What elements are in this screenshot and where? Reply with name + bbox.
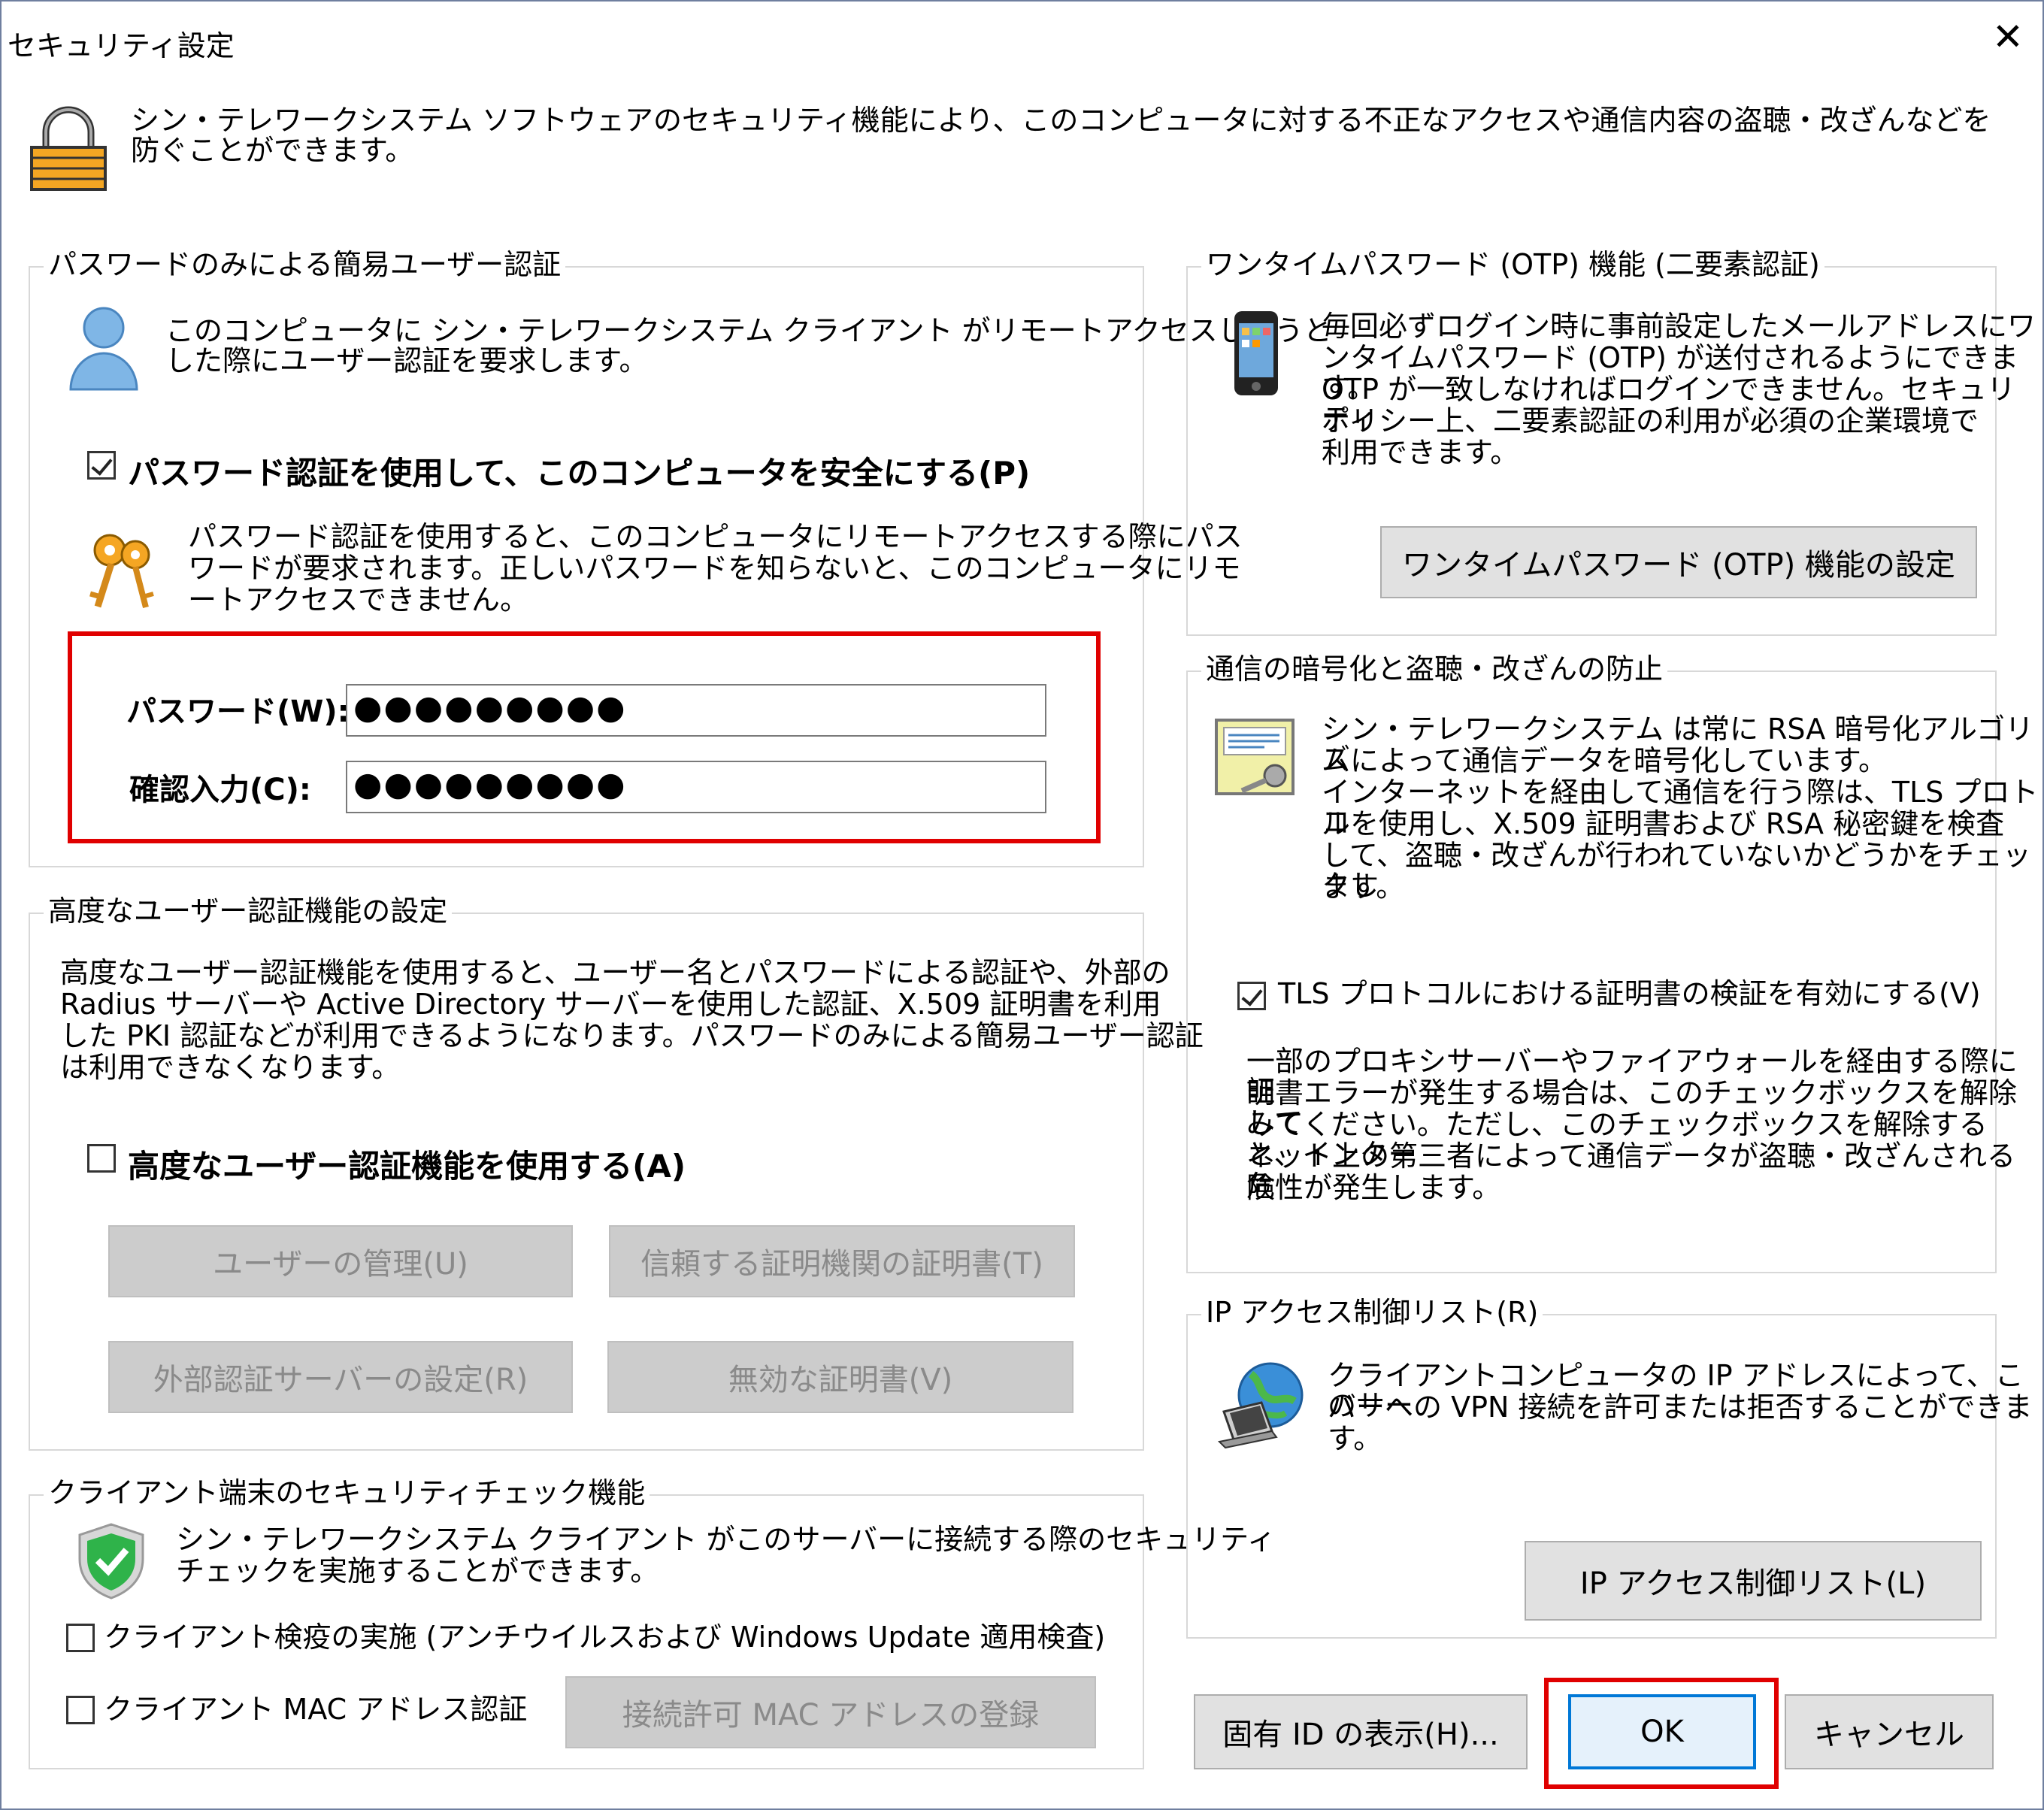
simple-auth-legend: パスワードのみによる簡易ユーザー認証 xyxy=(44,248,566,281)
window-title: セキュリティ設定 xyxy=(8,29,235,62)
shield-check-icon xyxy=(78,1523,144,1600)
client-check-legend: クライアント端末のセキュリティチェック機能 xyxy=(44,1476,650,1509)
close-button[interactable]: ✕ xyxy=(1992,18,2024,56)
advanced-auth-desc-3: した PKI 認証などが利用できるようになります。パスワードのみによる簡易ユーザ… xyxy=(60,1019,1204,1052)
tls-verify-checkbox[interactable] xyxy=(1237,982,1266,1010)
client-mac-auth-checkbox[interactable] xyxy=(66,1696,95,1724)
advanced-auth-checkbox[interactable] xyxy=(87,1144,116,1173)
client-mac-auth-label[interactable]: クライアント MAC アドレス認証 xyxy=(104,1694,527,1724)
encryption-desc-5: して、盗聴・改ざんが行われていないかどうかをチェックし xyxy=(1322,839,2031,902)
show-unique-id-button[interactable]: 固有 ID の表示(H)... xyxy=(1194,1694,1528,1769)
otp-desc-1: 毎回必ずログイン時に事前設定したメールアドレスにワ xyxy=(1322,310,2036,343)
invalid-cert-button[interactable]: 無効な証明書(V) xyxy=(607,1341,1073,1413)
advanced-auth-desc-2: Radius サーバーや Active Directory サーバーを使用した認… xyxy=(60,988,1161,1021)
register-mac-button[interactable]: 接続許可 MAC アドレスの登録 xyxy=(565,1676,1096,1748)
keys-desc-3: ートアクセスできません。 xyxy=(188,583,528,616)
ip-acl-desc-3: す。 xyxy=(1328,1422,1382,1455)
keys-desc-2: ワードが要求されます。正しいパスワードを知らないと、このコンピュータにリモ xyxy=(188,552,1241,585)
encryption-legend: 通信の暗号化と盗聴・改ざんの防止 xyxy=(1201,652,1668,686)
otp-desc-4: ポリシー上、二要素認証の利用が必須の企業環境で xyxy=(1322,404,1979,437)
keys-icon xyxy=(89,534,154,609)
simple-auth-desc-1: このコンピュータに シン・テレワークシステム クライアント がリモートアクセスし… xyxy=(165,314,1332,347)
otp-legend: ワンタイムパスワード (OTP) 機能 (二要素認証) xyxy=(1201,248,1824,281)
user-icon xyxy=(69,307,138,391)
encryption-desc-2: ムによって通信データを暗号化しています。 xyxy=(1322,744,1888,777)
padlock-icon xyxy=(30,106,107,191)
simple-auth-desc-2: した際にユーザー認証を要求します。 xyxy=(165,344,648,377)
client-quarantine-label[interactable]: クライアント検疫の実施 (アンチウイルスおよび Windows Update 適… xyxy=(104,1622,1105,1652)
confirm-password-label: 確認入力(C): xyxy=(129,773,311,807)
intro-text: シン・テレワークシステム ソフトウェアのセキュリティ機能により、このコンピュータ… xyxy=(131,104,1991,167)
advanced-auth-label[interactable]: 高度なユーザー認証機能を使用する(A) xyxy=(128,1141,686,1187)
otp-settings-button[interactable]: ワンタイムパスワード (OTP) 機能の設定 xyxy=(1380,526,1977,598)
tls-verify-label[interactable]: TLS プロトコルにおける証明書の検証を有効にする(V) xyxy=(1278,979,1981,1009)
trusted-ca-button[interactable]: 信頼する証明機関の証明書(T) xyxy=(609,1225,1075,1297)
advanced-auth-desc-1: 高度なユーザー認証機能を使用すると、ユーザー名とパスワードによる認証や、外部の xyxy=(60,956,1170,989)
certificate-icon xyxy=(1215,719,1295,795)
ip-acl-button[interactable]: IP アクセス制御リスト(L) xyxy=(1525,1541,1982,1621)
password-label: パスワード(W): xyxy=(126,695,350,729)
client-check-desc-1: シン・テレワークシステム クライアント がこのサーバーに接続する際のセキュリティ xyxy=(176,1523,1276,1556)
otp-desc-5: 利用できます。 xyxy=(1322,436,1519,469)
client-check-desc-2: チェックを実施することができます。 xyxy=(176,1554,659,1588)
use-password-label[interactable]: パスワード認証を使用して、このコンピュータを安全にする(P) xyxy=(128,448,1030,494)
security-settings-window: セキュリティ設定 ✕ シン・テレワークシステム ソフトウェアのセキュリティ機能に… xyxy=(0,0,2044,1810)
ip-acl-legend: IP アクセス制御リスト(R) xyxy=(1201,1296,1543,1329)
ip-acl-desc-2: バーへの VPN 接続を許可または拒否することができま xyxy=(1328,1391,2033,1424)
advanced-auth-legend: 高度なユーザー認証機能の設定 xyxy=(44,894,453,928)
encryption-desc-6: ます。 xyxy=(1322,870,1405,903)
password-input[interactable]: ●●●●●●●●● xyxy=(346,684,1046,737)
confirm-password-input[interactable]: ●●●●●●●●● xyxy=(346,761,1046,813)
external-auth-server-button[interactable]: 外部認証サーバーの設定(R) xyxy=(108,1341,573,1413)
advanced-auth-desc-4: は利用できなくなります。 xyxy=(60,1051,401,1084)
encryption-desc-4: ルを使用し、X.509 証明書および RSA 秘密鍵を検査 xyxy=(1322,807,2005,840)
smartphone-icon xyxy=(1234,311,1278,395)
globe-laptop-icon xyxy=(1217,1362,1304,1449)
client-quarantine-checkbox[interactable] xyxy=(66,1624,95,1652)
keys-desc-1: パスワード認証を使用すると、このコンピュータにリモートアクセスする際にパス xyxy=(188,520,1243,553)
ok-button[interactable]: OK xyxy=(1568,1694,1756,1769)
tls-note-5: 険性が発生します。 xyxy=(1246,1171,1501,1204)
cancel-button[interactable]: キャンセル xyxy=(1785,1694,1994,1769)
use-password-checkbox[interactable] xyxy=(87,451,116,480)
manage-users-button[interactable]: ユーザーの管理(U) xyxy=(108,1225,573,1297)
